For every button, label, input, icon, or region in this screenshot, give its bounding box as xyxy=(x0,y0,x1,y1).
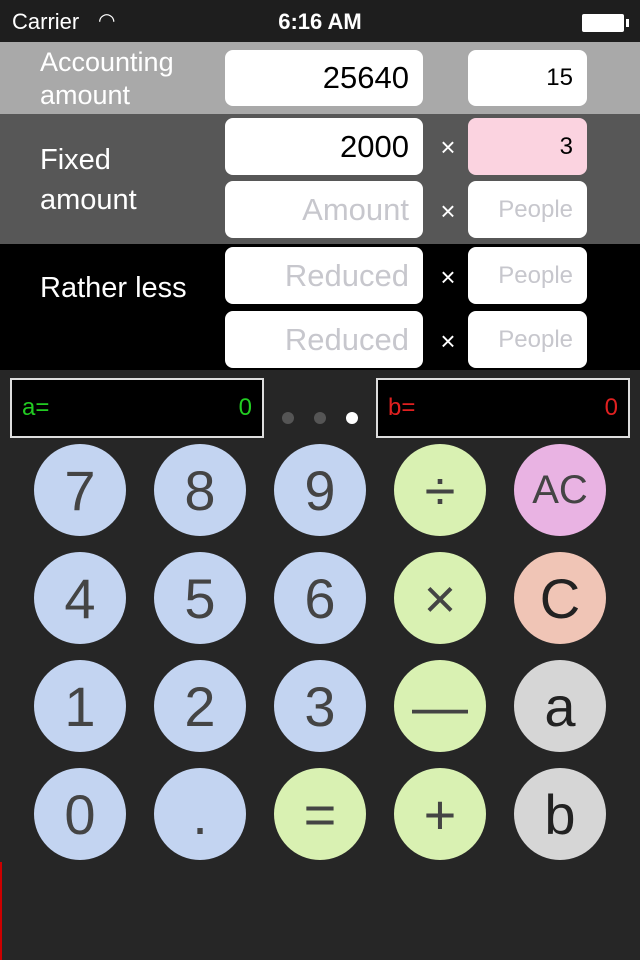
digit-7-button[interactable]: 7 xyxy=(34,444,126,536)
b-value: 0 xyxy=(604,394,618,421)
memory-b-display: b= 0 xyxy=(376,378,630,438)
digit-5-button[interactable]: 5 xyxy=(154,552,246,644)
memory-b-button[interactable]: b xyxy=(514,768,606,860)
equals-button[interactable]: = xyxy=(274,768,366,860)
a-label: a= xyxy=(22,394,50,421)
digit-3-button[interactable]: 3 xyxy=(274,660,366,752)
fixed-people-input-2[interactable]: People xyxy=(468,181,587,238)
rather-section: Rather less Reduced × People Reduced × P… xyxy=(0,244,640,370)
multiply-sign: × xyxy=(440,262,456,292)
accounting-amount-input[interactable]: 25640 xyxy=(225,50,423,106)
clock: 6:16 AM xyxy=(278,9,362,34)
a-value: 0 xyxy=(238,394,252,421)
fixed-label: Fixed amount xyxy=(40,144,137,216)
rather-label: Rather less xyxy=(40,272,187,304)
digit-9-button[interactable]: 9 xyxy=(274,444,366,536)
reduced-input-2[interactable]: Reduced xyxy=(225,311,423,368)
b-label: b= xyxy=(388,394,416,421)
accounting-people-input[interactable]: 15 xyxy=(468,50,587,106)
add-button[interactable]: + xyxy=(394,768,486,860)
fixed-section: Fixed amount 2000 × 3 Amount × People xyxy=(0,114,640,244)
digit-1-button[interactable]: 1 xyxy=(34,660,126,752)
digit-4-button[interactable]: 4 xyxy=(34,552,126,644)
multiply-sign: × xyxy=(440,196,456,226)
reduced-input-1[interactable]: Reduced xyxy=(225,247,423,304)
multiply-sign: × xyxy=(440,132,456,162)
page-dot-2[interactable] xyxy=(314,412,326,424)
reduced-people-input-2[interactable]: People xyxy=(468,311,587,368)
multiply-button[interactable]: × xyxy=(394,552,486,644)
memory-a-button[interactable]: a xyxy=(514,660,606,752)
fixed-amount-input-2[interactable]: Amount xyxy=(225,181,423,238)
fixed-people-input-1[interactable]: 3 xyxy=(468,118,587,175)
edge-marker xyxy=(0,862,2,960)
accounting-row: Accounting amount 25640 15 xyxy=(0,42,640,114)
decimal-button[interactable]: . xyxy=(154,768,246,860)
reduced-people-input-1[interactable]: People xyxy=(468,247,587,304)
clear-button[interactable]: C xyxy=(514,552,606,644)
page-dot-3-active[interactable] xyxy=(346,412,358,424)
digit-8-button[interactable]: 8 xyxy=(154,444,246,536)
digit-6-button[interactable]: 6 xyxy=(274,552,366,644)
fixed-amount-input-1[interactable]: 2000 xyxy=(225,118,423,175)
digit-0-button[interactable]: 0 xyxy=(34,768,126,860)
digit-2-button[interactable]: 2 xyxy=(154,660,246,752)
memory-a-display: a= 0 xyxy=(10,378,264,438)
page-dot-1[interactable] xyxy=(282,412,294,424)
all-clear-button[interactable]: AC xyxy=(514,444,606,536)
accounting-label: Accounting amount xyxy=(40,47,174,110)
divide-button[interactable]: ÷ xyxy=(394,444,486,536)
multiply-sign: × xyxy=(440,326,456,356)
status-bar: Carrier ◠ 6:16 AM xyxy=(0,0,640,42)
subtract-button[interactable]: — xyxy=(394,660,486,752)
battery-icon xyxy=(582,14,629,32)
